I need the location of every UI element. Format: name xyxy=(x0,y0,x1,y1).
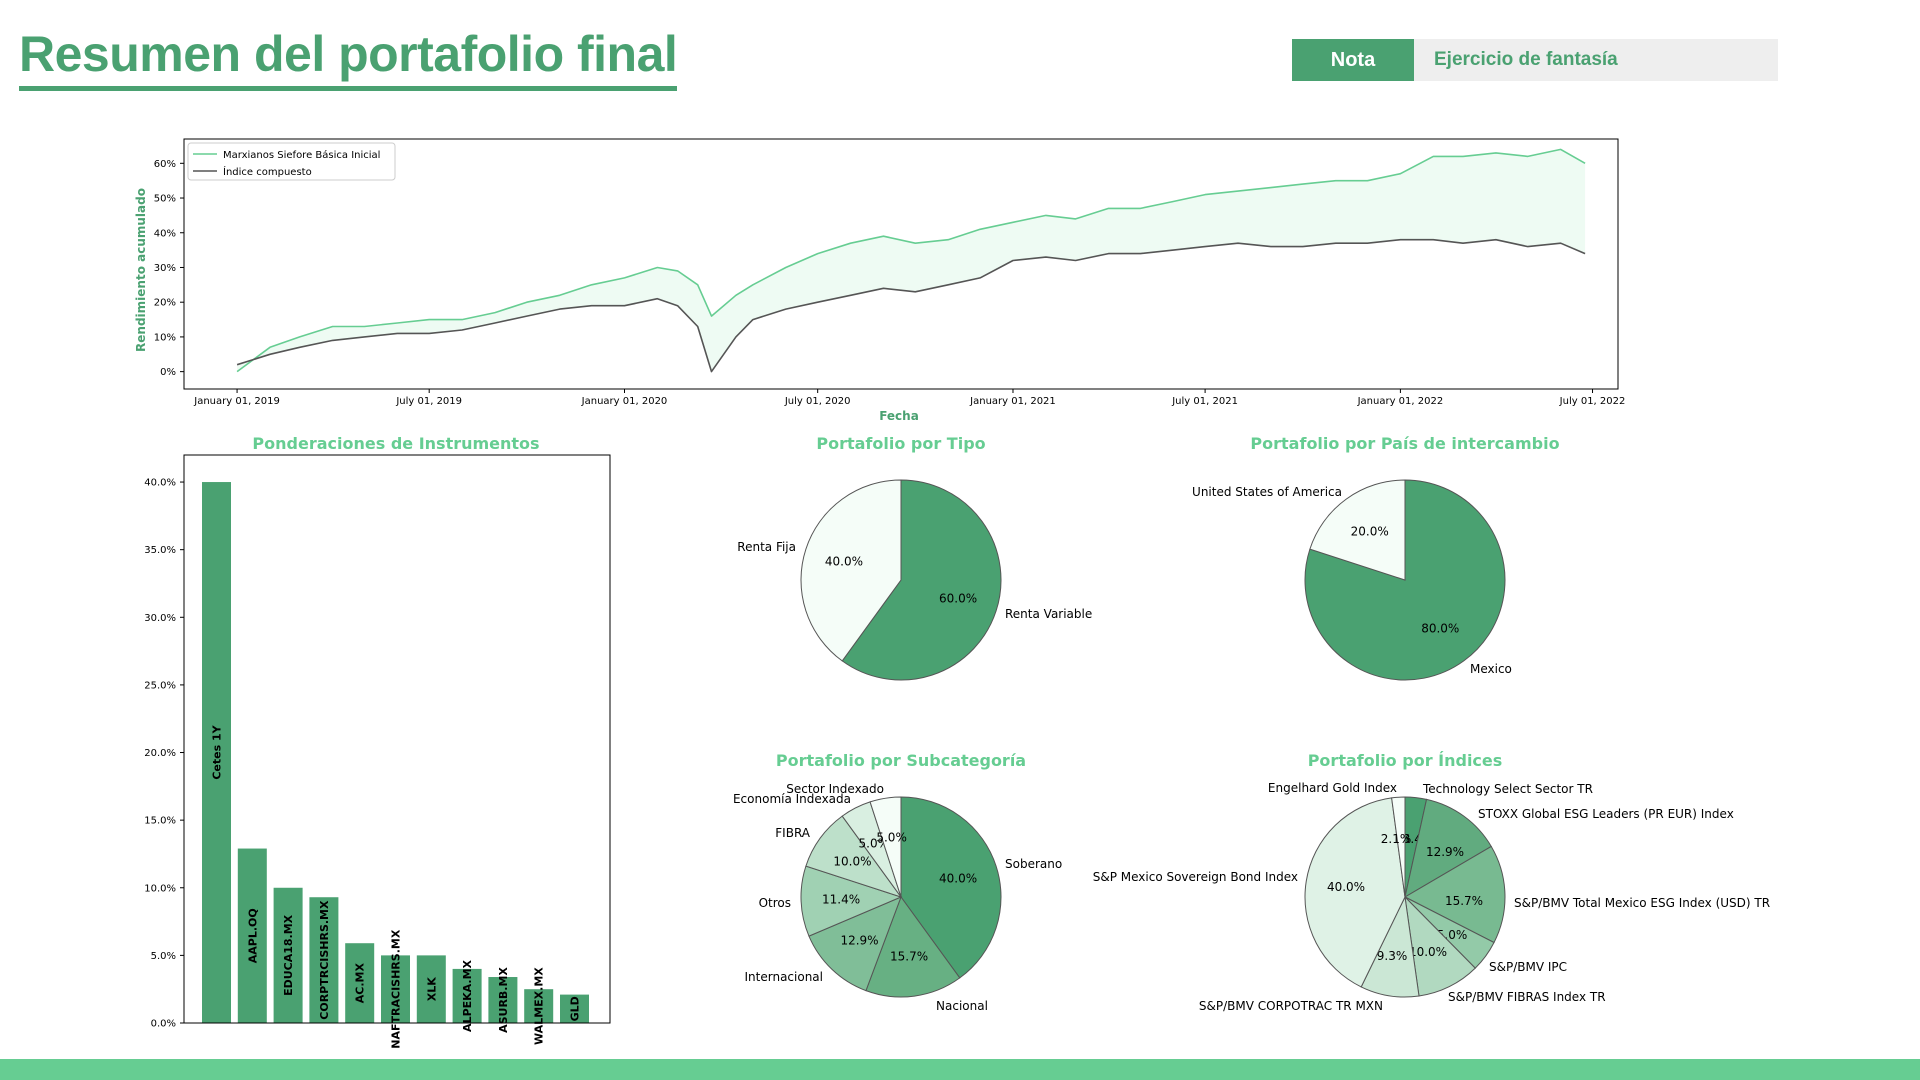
bar-label: CORPTRCISHRS.MX xyxy=(318,900,331,1020)
pie-pct-label: 15.7% xyxy=(1445,894,1483,908)
bar-label: ALPEKA.MX xyxy=(461,959,474,1031)
pie-pct-label: 12.9% xyxy=(1426,845,1464,859)
pie-slice-label: Renta Variable xyxy=(1005,607,1092,621)
pie-slice-label: S&P/BMV CORPOTRAC TR MXN xyxy=(1199,999,1383,1013)
charts-canvas: 0% 10% 20% 30% 40% 50% 60% January 01, 2019 July… xyxy=(134,138,1770,1049)
y-tick-label: 30% xyxy=(154,263,176,274)
y-tick-label: 35.0% xyxy=(144,545,176,556)
pie-pct-label: 9.3% xyxy=(1377,949,1408,963)
pie-slice-label: Mexico xyxy=(1470,662,1512,676)
y-axis-label: Rendimiento acumulado xyxy=(134,188,148,352)
fill-between-area xyxy=(237,149,1586,372)
pie-pct-label: 40.0% xyxy=(825,554,863,568)
pie-slice-label: FIBRA xyxy=(775,826,811,840)
pie-slice-label: Renta Fija xyxy=(737,540,796,554)
pie-pct-label: 10.0% xyxy=(1409,945,1447,959)
x-tick-label: January 01, 2022 xyxy=(1357,396,1444,407)
x-tick-label: January 01, 2019 xyxy=(193,396,280,407)
bar-chart-title: Ponderaciones de Instrumentos xyxy=(252,434,539,453)
bar-label: EDUCA18.MX xyxy=(282,914,295,996)
footer-bar xyxy=(0,1059,1920,1080)
pie-slice-label: S&P/BMV IPC xyxy=(1489,960,1567,974)
pie-chart-tipo: Portafolio por Tipo 60.0% Renta Variable 40… xyxy=(737,434,1092,681)
pie-slice-label: Nacional xyxy=(936,999,988,1013)
y-tick-label: 0.0% xyxy=(151,1019,176,1030)
pie-slice-label: Soberano xyxy=(1005,857,1062,871)
bar-label: NAFTRACISHRS.MX xyxy=(390,929,403,1049)
y-tick-label: 25.0% xyxy=(144,680,176,691)
pie-slice-label: Internacional xyxy=(745,970,823,984)
pie-slice-label: S&P/BMV FIBRAS Index TR xyxy=(1448,990,1606,1004)
y-tick-label: 30.0% xyxy=(144,613,176,624)
pie-pct-label: 20.0% xyxy=(1351,524,1389,538)
pie-pct-label: 12.9% xyxy=(840,933,878,947)
bar-label: XLK xyxy=(425,977,438,1001)
y-tick-label: 60% xyxy=(154,159,176,170)
y-tick-label: 15.0% xyxy=(144,816,176,827)
pie-chart-subcategoria: Portafolio por Subcategoría 40.0% Soberano… xyxy=(733,751,1062,1013)
pie-slice-label: Technology Select Sector TR xyxy=(1422,782,1593,796)
pie-slice-label: Sector Indexado xyxy=(786,782,884,796)
bar-label: WALMEX.MX xyxy=(533,967,546,1045)
y-tick-label: 20.0% xyxy=(144,748,176,759)
x-tick-label: July 01, 2022 xyxy=(1559,396,1626,407)
pie-pct-label: 10.0% xyxy=(833,855,871,869)
y-tick-label: 5.0% xyxy=(151,951,176,962)
pie-slice-label: S&P/BMV Total Mexico ESG Index (USD) TR xyxy=(1514,896,1770,910)
pie-title: Portafolio por Tipo xyxy=(816,434,985,453)
legend: Marxianos Siefore Básica Inicial Índice c… xyxy=(187,142,396,181)
x-tick-label: January 01, 2020 xyxy=(581,396,668,407)
y-tick-label: 40.0% xyxy=(144,478,176,489)
pie-pct-label: 40.0% xyxy=(1327,880,1365,894)
y-tick-label: 40% xyxy=(154,228,176,239)
bar-label: AAPL.OQ xyxy=(246,908,259,963)
x-tick-label: January 01, 2021 xyxy=(969,396,1056,407)
pie-pct-label: 2.1% xyxy=(1381,832,1412,846)
y-tick-label: 10% xyxy=(154,332,176,343)
x-tick-label: July 01, 2020 xyxy=(784,396,851,407)
legend-label: Marxianos Siefore Básica Inicial xyxy=(223,149,380,161)
pie-title: Portafolio por Índices xyxy=(1308,751,1503,770)
pie-pct-label: 5.0% xyxy=(876,831,907,845)
x-axis-label: Fecha xyxy=(879,409,919,423)
pie-slice-label: STOXX Global ESG Leaders (PR EUR) Index xyxy=(1478,807,1734,821)
instrument-weights-bar-chart: Ponderaciones de Instrumentos 0.0% 5.0% 10.… xyxy=(144,434,611,1049)
y-tick-label: 20% xyxy=(154,298,176,309)
pie-chart-indices: Portafolio por Índices3.4%Technology Sel… xyxy=(1093,751,1770,1013)
pie-slice-label: United States of America xyxy=(1192,485,1342,499)
cumulative-return-line-chart: 0% 10% 20% 30% 40% 50% 60% January 01, 2019 July… xyxy=(134,138,1626,423)
pie-title: Portafolio por País de intercambio xyxy=(1250,434,1559,453)
bar-label: AC.MX xyxy=(354,962,367,1003)
bar-label: Cetes 1Y xyxy=(211,724,224,779)
pie-pct-label: 60.0% xyxy=(939,592,977,606)
x-tick-label: July 01, 2021 xyxy=(1171,396,1238,407)
pie-title: Portafolio por Subcategoría xyxy=(776,751,1026,770)
y-tick-label: 0% xyxy=(160,367,176,378)
pie-pct-label: 80.0% xyxy=(1421,622,1459,636)
y-tick-label: 50% xyxy=(154,194,176,205)
y-tick-label: 10.0% xyxy=(144,883,176,894)
x-tick-label: July 01, 2019 xyxy=(395,396,462,407)
pie-pct-label: 40.0% xyxy=(939,871,977,885)
pie-pct-label: 11.4% xyxy=(822,893,860,907)
pie-slice-label: Engelhard Gold Index xyxy=(1268,781,1397,795)
legend-label: Índice compuesto xyxy=(223,165,312,178)
pie-slice-label: Otros xyxy=(759,896,791,910)
bar-label: GLD xyxy=(569,996,582,1021)
pie-chart-pais: Portafolio por País de intercambio 80.0% M… xyxy=(1192,434,1560,681)
pie-pct-label: 15.7% xyxy=(890,949,928,963)
pie-slice-label: S&P Mexico Sovereign Bond Index xyxy=(1093,870,1298,884)
